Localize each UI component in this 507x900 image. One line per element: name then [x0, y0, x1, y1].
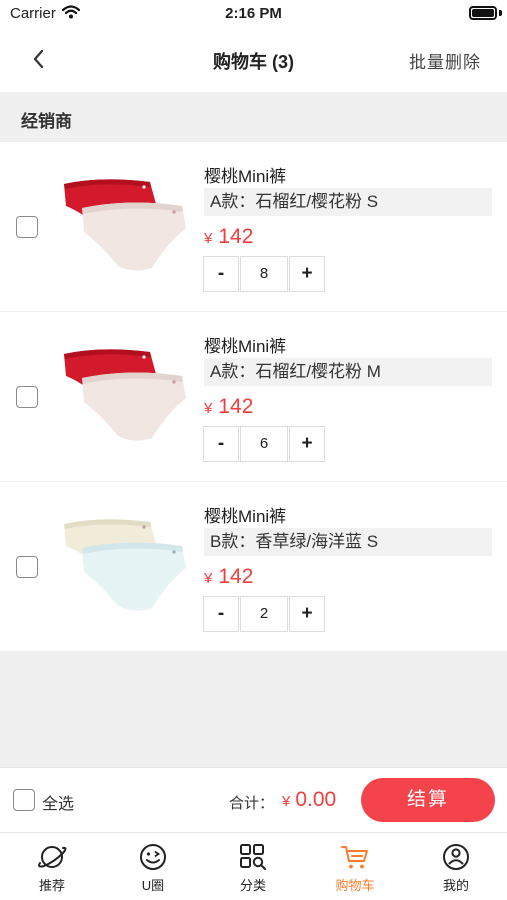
product-image[interactable] [56, 502, 196, 626]
decrement-button[interactable]: - [203, 256, 239, 292]
quantity-input[interactable]: 2 [240, 596, 288, 632]
total-amount: ¥0.00 [282, 788, 336, 812]
cart-item: 樱桃Mini裤 A款：石榴红/樱花粉 M ¥142 - 6 + [0, 312, 507, 482]
checkout-bar: 全选 合计： ¥0.00 结算 [0, 767, 507, 833]
tab-mine[interactable]: 我的 [416, 842, 496, 894]
status-bar: Carrier 2:16 PM [0, 0, 507, 28]
product-image[interactable] [56, 332, 196, 456]
chevron-left-icon [33, 49, 44, 69]
navigation-bar: 购物车 (3) 批量删除 [0, 28, 507, 92]
increment-button[interactable]: + [289, 426, 325, 462]
item-price: ¥142 [204, 225, 253, 249]
increment-button[interactable]: + [289, 256, 325, 292]
item-checkbox[interactable] [16, 556, 38, 578]
item-name: 樱桃Mini裤 [204, 337, 287, 356]
back-button[interactable] [24, 44, 54, 74]
item-variant: A款：石榴红/樱花粉 M [204, 358, 492, 386]
tab-category[interactable]: 分类 [213, 842, 293, 894]
currency-symbol: ¥ [204, 570, 213, 587]
total-value: 0.00 [295, 788, 337, 811]
batch-delete-button[interactable]: 批量删除 [409, 48, 481, 73]
quantity-input[interactable]: 8 [240, 256, 288, 292]
tab-cart[interactable]: 购物车 [315, 842, 395, 894]
tab-label: 购物车 [335, 878, 375, 893]
cart-icon [341, 846, 368, 869]
item-variant: B款：香草绿/海洋蓝 S [204, 528, 492, 556]
item-name: 樱桃Mini裤 [204, 507, 287, 526]
grid-search-icon [240, 844, 266, 870]
cart-list: 樱桃Mini裤 A款：石榴红/樱花粉 S ¥142 - 8 + 樱桃Mini裤 … [0, 142, 507, 652]
empty-area [0, 652, 507, 767]
price-value: 142 [218, 565, 254, 588]
tab-label: U圈 [141, 878, 165, 893]
cart-item: 樱桃Mini裤 A款：石榴红/樱花粉 S ¥142 - 8 + [0, 142, 507, 312]
item-variant: A款：石榴红/樱花粉 S [204, 188, 492, 216]
price-value: 142 [218, 395, 254, 418]
battery-tip [499, 10, 502, 16]
currency-symbol: ¥ [204, 230, 213, 247]
select-all-checkbox[interactable] [13, 789, 35, 811]
quantity-input[interactable]: 6 [240, 426, 288, 462]
price-value: 142 [218, 225, 254, 248]
tab-bar: 推荐 U圈 分类 购物车 我的 [0, 834, 507, 900]
item-checkbox[interactable] [16, 386, 38, 408]
increment-button[interactable]: + [289, 596, 325, 632]
tab-recommend[interactable]: 推荐 [12, 842, 92, 894]
item-price: ¥142 [204, 565, 253, 589]
tab-label: 推荐 [38, 878, 65, 893]
select-all-label[interactable]: 全选 [42, 790, 74, 814]
user-icon [443, 844, 469, 870]
item-name: 樱桃Mini裤 [204, 167, 287, 186]
dealer-label: 经销商 [21, 112, 72, 131]
currency-symbol: ¥ [282, 793, 291, 810]
item-price: ¥142 [204, 395, 253, 419]
planet-icon [38, 846, 67, 868]
item-checkbox[interactable] [16, 216, 38, 238]
decrement-button[interactable]: - [203, 426, 239, 462]
total-label: 合计： [229, 795, 275, 812]
wink-face-icon [140, 844, 166, 870]
cart-item: 樱桃Mini裤 B款：香草绿/海洋蓝 S ¥142 - 2 + [0, 482, 507, 652]
product-image[interactable] [56, 162, 196, 286]
tab-u-circle[interactable]: U圈 [113, 842, 193, 894]
clock: 2:16 PM [225, 5, 282, 22]
decrement-button[interactable]: - [203, 596, 239, 632]
tab-label: 分类 [239, 878, 266, 893]
battery-icon [469, 6, 497, 20]
tab-label: 我的 [442, 878, 469, 893]
currency-symbol: ¥ [204, 400, 213, 417]
checkout-button[interactable]: 结算 [361, 778, 495, 822]
dealer-section-header: 经销商 [0, 92, 507, 142]
